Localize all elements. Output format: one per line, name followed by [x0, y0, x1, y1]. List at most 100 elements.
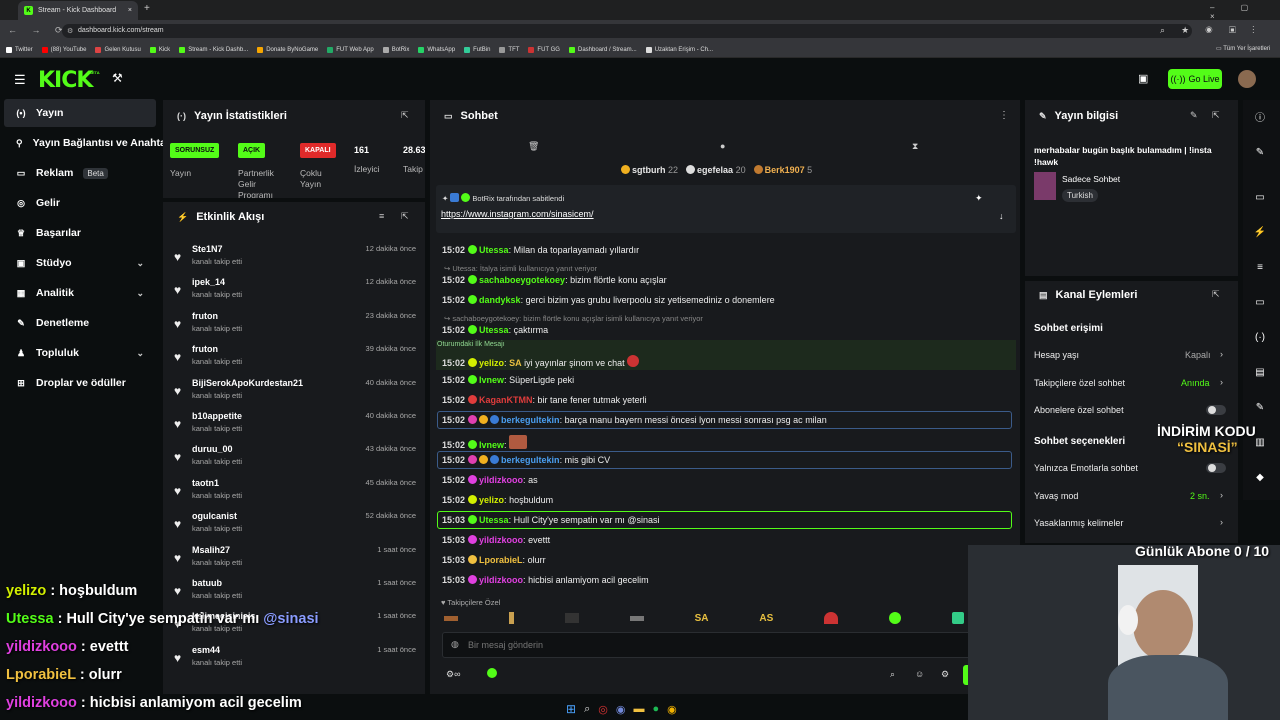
diamond-icon[interactable]: ◆	[1248, 466, 1272, 488]
stack-icon[interactable]: ▤	[1248, 361, 1272, 383]
chat-status-icon[interactable]	[487, 668, 497, 678]
hamburger-menu-icon[interactable]: ☰	[14, 72, 26, 88]
message-username[interactable]: berkegultekin	[501, 415, 560, 425]
chevron-right-icon[interactable]: ›	[1220, 349, 1223, 359]
new-tab-button[interactable]: +	[144, 3, 150, 14]
avatar[interactable]	[1238, 70, 1256, 88]
event-username[interactable]: ogulcanist	[192, 511, 237, 521]
emote-icon[interactable]	[508, 612, 514, 624]
chat-message[interactable]: 15:02 yildizkooo: as	[442, 475, 538, 485]
browser-toolbar-icons[interactable]: ⌕ ★ ◉ ▣ ⋮	[1160, 25, 1262, 36]
chat-icon[interactable]: ●	[720, 141, 725, 151]
message-username[interactable]: Utessa	[479, 325, 509, 335]
expand-arrow-icon[interactable]: ↓	[999, 211, 1004, 221]
category-name[interactable]: Sadece Sohbet	[1062, 174, 1120, 184]
message-username[interactable]: Ivnew	[479, 440, 504, 450]
message-username[interactable]: yelizo	[479, 358, 504, 368]
pencil-icon[interactable]: ✎	[1248, 141, 1272, 163]
chat-message[interactable]: 15:02 dandyksk: gerci bizim yas grubu liv…	[442, 295, 775, 305]
emote-icon[interactable]	[444, 615, 458, 621]
event-username[interactable]: Msalih27	[192, 545, 230, 555]
event-username[interactable]: ipek_14	[192, 277, 225, 287]
message-username[interactable]: yildizkooo	[479, 475, 523, 485]
sidebar-item-achievements[interactable]: ♕ Başarılar	[4, 219, 156, 247]
message-username[interactable]: sachaboeygotekoey	[479, 275, 565, 285]
stats-icon[interactable]: ▭	[1248, 186, 1272, 208]
chat-message[interactable]: 15:02 Ivnew: SüperLigde peki	[442, 375, 574, 385]
kick-logo[interactable]: KICK	[38, 68, 93, 93]
chat-message[interactable]: 15:02 Utessa: Milan da toparlayamadı yıll…	[442, 245, 639, 255]
info-icon[interactable]: ⓘ	[1248, 105, 1272, 127]
event-username[interactable]: esm44	[192, 645, 220, 655]
emote-icon[interactable]	[824, 612, 839, 624]
sidebar-item-community[interactable]: ♟ Topluluk ⌄	[4, 339, 156, 367]
hourglass-icon[interactable]: ⧗	[912, 141, 918, 152]
search-icon[interactable]: ⌕	[584, 703, 590, 716]
event-username[interactable]: duruu_00	[192, 444, 233, 454]
more-options-icon[interactable]: ⋮	[999, 110, 1009, 121]
emote-icon[interactable]	[951, 612, 964, 624]
chat-message[interactable]: 15:02 sachaboeygotekoey: bizim flörtle ko…	[442, 275, 667, 285]
bookmark-item[interactable]: Donate ByNoGame	[257, 46, 318, 53]
message-username[interactable]: KaganKTMN	[479, 395, 533, 405]
event-username[interactable]: BijiSerokApoKurdestan21	[192, 378, 303, 388]
emote-icon[interactable]	[889, 612, 902, 624]
sidebar-item-drops[interactable]: ⊞ Droplar ve ödüller	[4, 369, 156, 397]
popout-icon[interactable]: ⇱	[1212, 289, 1220, 300]
emote-only-toggle[interactable]	[1206, 463, 1226, 473]
popout-icon[interactable]: ⇱	[401, 211, 409, 222]
unpin-icon[interactable]: ✦	[975, 193, 983, 204]
message-username[interactable]: Utessa	[479, 515, 509, 525]
broadcast-icon[interactable]: (·)	[1248, 326, 1272, 348]
sidebar-item-analytics[interactable]: ▦ Analitik ⌄	[4, 279, 156, 307]
search-icon[interactable]: ⌕	[890, 669, 895, 680]
gear-icon[interactable]: ⚙	[941, 669, 949, 680]
bookmark-item[interactable]: Twitter	[6, 46, 33, 53]
sidebar-item-stream[interactable]: (•) Yayın	[4, 99, 156, 127]
bookmark-item[interactable]: Stream - Kick Dashb...	[179, 46, 248, 53]
event-username[interactable]: b10appetite	[192, 411, 242, 421]
sidebar-item-studio[interactable]: ▣ Stüdyo ⌄	[4, 249, 156, 277]
chrome-icon[interactable]: ◉	[667, 703, 677, 716]
event-username[interactable]: Ste1N7	[192, 244, 223, 254]
close-tab-icon[interactable]: ×	[128, 7, 132, 14]
chat-message[interactable]: 15:02 yelizo: SA iyi yayınlar şinom ve ch…	[442, 355, 641, 368]
leader-item[interactable]: egefelaa 20	[686, 165, 746, 175]
chat-message[interactable]: 15:02 Ivnew:	[442, 435, 529, 450]
leader-item[interactable]: Berk1907 5	[753, 165, 812, 175]
message-username[interactable]: dandyksk	[479, 295, 521, 305]
pinned-link[interactable]: https://www.instagram.com/sinasicem/	[441, 209, 594, 219]
event-username[interactable]: taotn1	[192, 478, 219, 488]
obs-icon[interactable]: ▣	[1138, 72, 1148, 85]
sidebar-item-moderation[interactable]: ✎ Denetleme	[4, 309, 156, 337]
message-username[interactable]: Ivnew	[479, 375, 504, 385]
message-username[interactable]: yelizo	[479, 495, 504, 505]
lightning-icon[interactable]: ⚡	[1248, 221, 1272, 243]
chat-bubble-icon[interactable]: ▭	[1248, 291, 1272, 313]
popout-icon[interactable]: ⇱	[1212, 110, 1220, 121]
site-info-icon[interactable]: ⚙	[67, 27, 73, 35]
chevron-right-icon[interactable]: ›	[1220, 517, 1223, 527]
message-username[interactable]: Utessa	[479, 245, 509, 255]
wrench-icon[interactable]: ✎	[1248, 396, 1272, 418]
bookmark-item[interactable]: FUT GG	[528, 46, 560, 53]
leader-item[interactable]: sgtburh 22	[621, 165, 678, 175]
message-username[interactable]: yildizkooo	[479, 575, 523, 585]
emote-icon[interactable]	[629, 615, 644, 621]
list-icon[interactable]: ≡	[1248, 256, 1272, 278]
go-live-button[interactable]: ((·)) Go Live	[1168, 69, 1222, 89]
slow-mode-value[interactable]: 2 sn.	[1190, 491, 1210, 501]
filter-icon[interactable]: ≡	[379, 211, 384, 221]
sidebar-item-revenue[interactable]: ◎ Gelir	[4, 189, 156, 217]
bookmark-item[interactable]: Gelen Kutusu	[95, 46, 141, 53]
emote-sa[interactable]: SA	[695, 613, 709, 624]
trash-icon[interactable]: 🗑	[528, 141, 539, 152]
chat-message[interactable]: 15:02 Utessa: çaktırma	[442, 325, 548, 335]
bookmark-item[interactable]: TFT	[499, 46, 519, 53]
message-username[interactable]: yildizkooo	[479, 535, 523, 545]
subscribers-only-toggle[interactable]	[1206, 405, 1226, 415]
event-username[interactable]: batuub	[192, 578, 222, 588]
bookmark-item[interactable]: (88) YouTube	[41, 46, 86, 53]
bookmark-item[interactable]: WhatsApp	[418, 46, 455, 53]
emote-as[interactable]: AS	[759, 613, 773, 624]
